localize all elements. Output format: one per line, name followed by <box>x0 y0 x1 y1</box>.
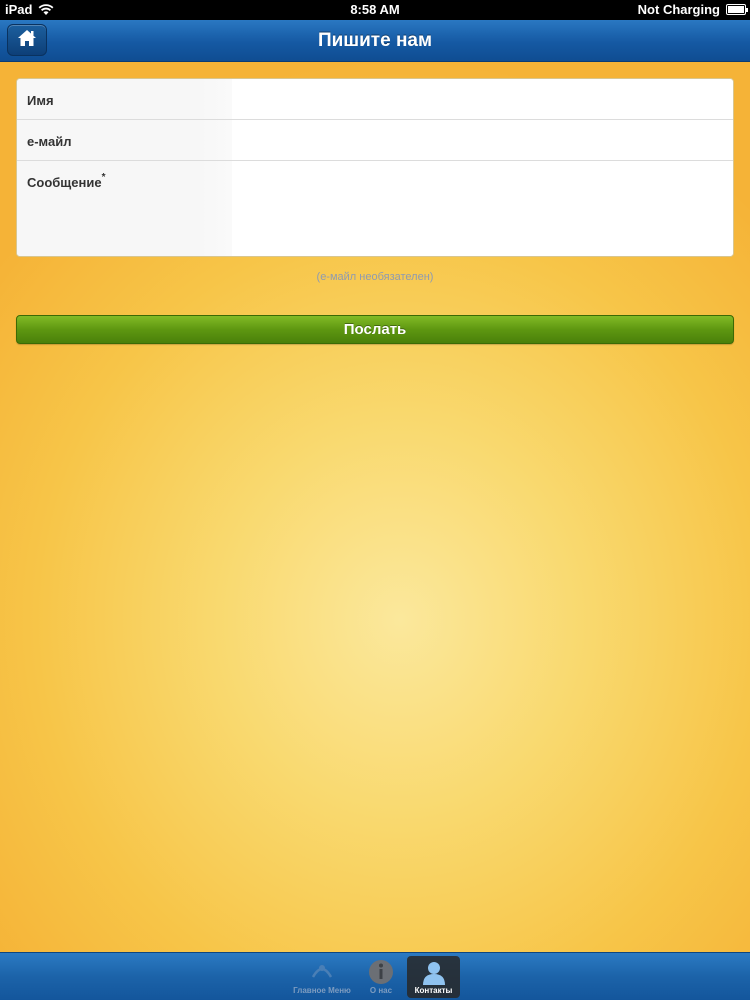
name-label: Имя <box>27 93 54 108</box>
email-label: е-майл <box>27 134 72 149</box>
send-button[interactable]: Послать <box>16 315 734 344</box>
nav-bar: Пишите нам <box>0 20 750 62</box>
email-input[interactable] <box>232 120 733 160</box>
required-mark: * <box>101 172 106 183</box>
tab-contacts[interactable]: Контакты <box>407 956 460 998</box>
name-row: Имя <box>17 79 733 120</box>
status-bar: iPad 8:58 AM Not Charging <box>0 0 750 20</box>
contact-form: Имя е-майл Сообщение* <box>16 78 734 257</box>
main-menu-icon <box>309 959 335 986</box>
battery-icon <box>726 4 748 15</box>
tab-about[interactable]: О нас <box>360 956 402 998</box>
message-input[interactable] <box>232 161 733 256</box>
message-label: Сообщение <box>27 175 102 190</box>
tab-main-menu[interactable]: Главное Меню <box>286 956 358 998</box>
tab-label: О нас <box>369 986 393 995</box>
battery-status: Not Charging <box>637 2 720 17</box>
name-input[interactable] <box>232 79 733 119</box>
message-row: Сообщение* <box>17 161 733 256</box>
page-title: Пишите нам <box>317 30 433 51</box>
app-screen: iPad 8:58 AM Not Charging Пишите нам Имя… <box>0 0 750 1000</box>
tab-bar: Главное Меню О нас Контакты <box>0 952 750 1000</box>
email-row: е-майл <box>17 120 733 161</box>
tab-label: Главное Меню <box>293 986 351 995</box>
email-optional-hint: (е-майл необязателен) <box>316 271 434 283</box>
message-label-wrap: Сообщение* <box>27 172 106 190</box>
tab-label: Контакты <box>414 986 453 995</box>
